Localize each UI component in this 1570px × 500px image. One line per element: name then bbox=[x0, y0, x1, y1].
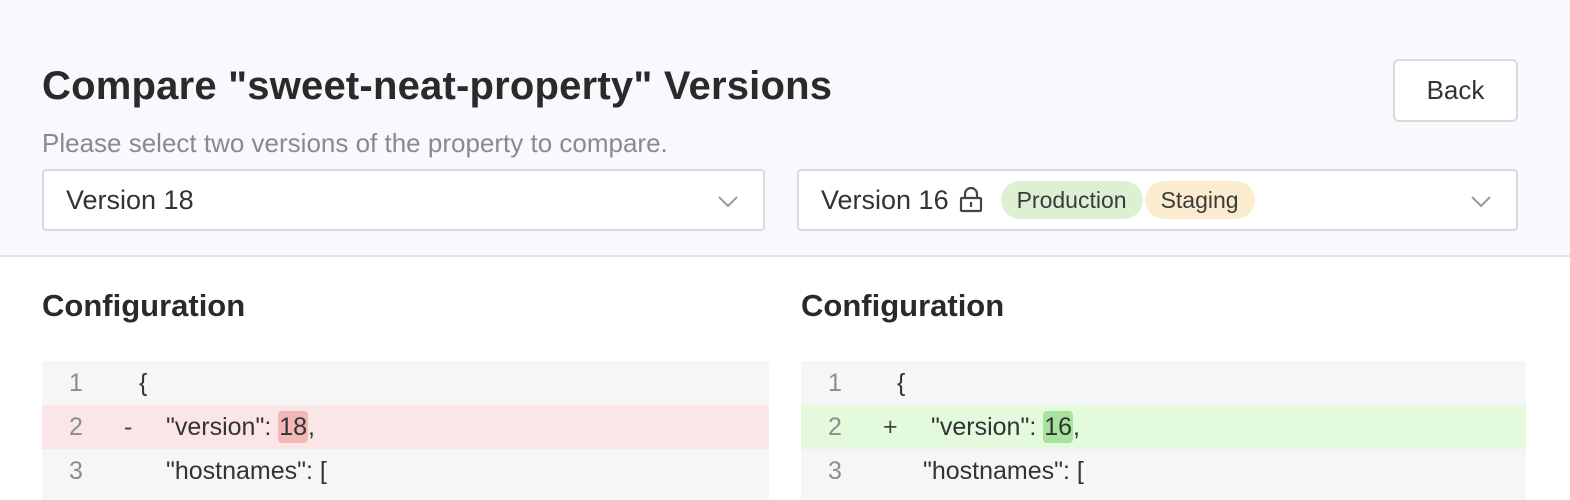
line-number: 3 bbox=[828, 456, 842, 485]
left-version-select[interactable]: Version 18 bbox=[42, 169, 765, 231]
left-version-value: Version 18 bbox=[66, 184, 194, 215]
code-line: 1 { bbox=[801, 361, 1526, 405]
code-line: 3 "hostnames": [ bbox=[801, 449, 1526, 493]
code-line-deleted: 2 - "version": 18, bbox=[42, 405, 769, 449]
code-text: "version": 16, bbox=[931, 410, 1080, 443]
code-text: "hostnames": [ bbox=[923, 456, 1084, 485]
production-tag: Production bbox=[1000, 181, 1143, 219]
right-config-diff: 1 { 2 + "version": 16, 3 "hostnames": [ bbox=[801, 361, 1526, 500]
right-version-select[interactable]: Version 16 Production Staging bbox=[797, 169, 1518, 231]
diff-highlight: 18 bbox=[278, 410, 309, 443]
code-line-added: 2 + "version": 16, bbox=[801, 405, 1526, 449]
right-version-value: Version 16 bbox=[821, 184, 949, 215]
code-line: 3 "hostnames": [ bbox=[42, 449, 769, 493]
code-text: { bbox=[897, 368, 906, 397]
lock-icon bbox=[959, 187, 982, 213]
diff-marker: + bbox=[883, 412, 898, 441]
staging-tag: Staging bbox=[1144, 181, 1255, 219]
page-subtitle: Please select two versions of the proper… bbox=[42, 128, 668, 158]
diff-marker: - bbox=[124, 412, 133, 441]
line-number: 2 bbox=[828, 412, 842, 441]
chevron-down-icon bbox=[1471, 196, 1491, 208]
diff-highlight: 16 bbox=[1043, 410, 1074, 443]
compare-header: Compare "sweet-neat-property" Versions P… bbox=[0, 0, 1570, 257]
line-number: 3 bbox=[69, 456, 83, 485]
page-title: Compare "sweet-neat-property" Versions bbox=[42, 64, 833, 108]
left-config-diff: 1 { 2 - "version": 18, 3 "hostnames": [ bbox=[42, 361, 769, 500]
code-text: "hostnames": [ bbox=[166, 456, 327, 485]
code-line: 1 { bbox=[42, 361, 769, 405]
line-number: 2 bbox=[69, 412, 83, 441]
line-number: 1 bbox=[828, 368, 842, 397]
line-number: 1 bbox=[69, 368, 83, 397]
back-button[interactable]: Back bbox=[1393, 59, 1518, 122]
chevron-down-icon bbox=[718, 196, 738, 208]
code-text: "version": 18, bbox=[166, 410, 315, 443]
code-text: { bbox=[139, 368, 148, 397]
right-config-title: Configuration bbox=[801, 288, 1005, 323]
left-config-title: Configuration bbox=[42, 288, 246, 323]
